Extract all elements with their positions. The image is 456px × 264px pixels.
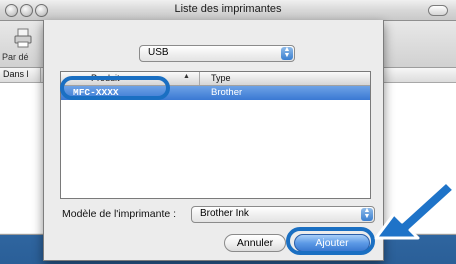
add-button-highlight [286, 227, 375, 255]
pointer-arrow-icon [374, 180, 456, 240]
printer-icon[interactable] [14, 28, 32, 48]
printer-model-popup[interactable]: Brother Ink ▲ ▼ [191, 206, 375, 223]
printer-type: Brother [211, 87, 243, 98]
popup-arrows-icon: ▲ ▼ [281, 46, 293, 60]
default-printer-button-label[interactable]: Par dé [2, 52, 29, 62]
list-header-label[interactable]: Dans l [3, 69, 29, 79]
add-printer-sheet: USB ▲ ▼ Produit ▲ Type MFC-XXXX Brother M… [43, 20, 384, 261]
connection-type-popup[interactable]: USB ▲ ▼ [139, 45, 295, 62]
connection-type-value: USB [148, 47, 169, 58]
column-divider [40, 68, 41, 82]
cancel-button[interactable]: Annuler [224, 234, 286, 252]
printer-model-value: Brother Ink [200, 208, 249, 219]
printer-model-label: Modèle de l'imprimante : [62, 208, 177, 220]
printer-row-highlight [60, 76, 170, 100]
toolbar-toggle-button[interactable] [428, 5, 448, 16]
column-header-type[interactable]: Type [211, 73, 231, 83]
window-title: Liste des imprimantes [174, 3, 282, 15]
column-divider [199, 72, 200, 85]
title-bar: Liste des imprimantes [0, 0, 456, 21]
sort-ascending-icon: ▲ [183, 73, 190, 80]
